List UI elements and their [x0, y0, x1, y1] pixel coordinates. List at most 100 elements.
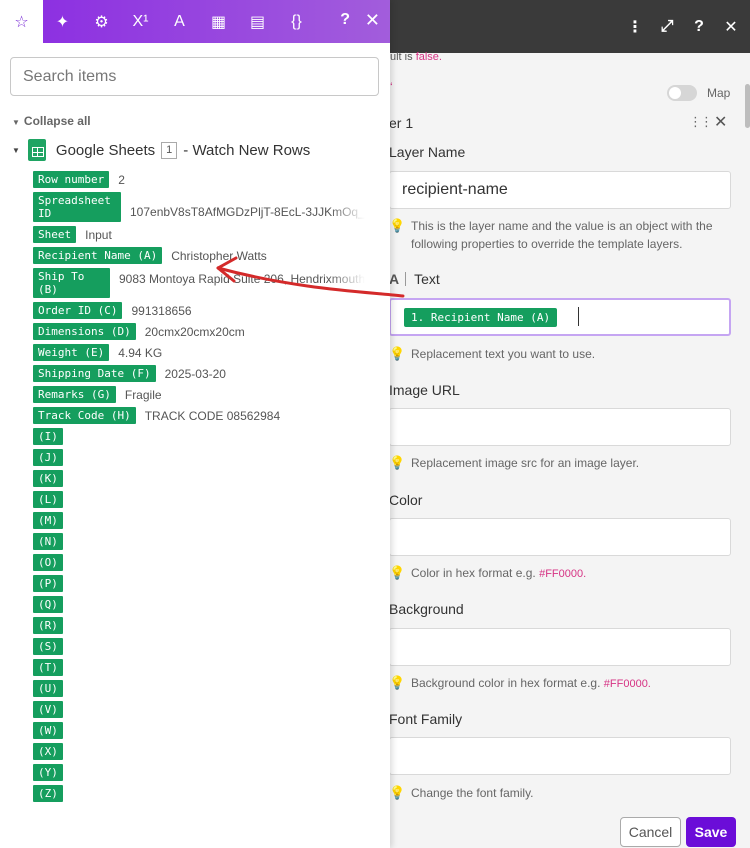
color-input[interactable]: [389, 518, 731, 556]
item-pill[interactable]: (Z): [33, 785, 63, 802]
tab-table-icon[interactable]: ▤: [238, 0, 277, 43]
item-pill[interactable]: (P): [33, 575, 63, 592]
section-title: er 1: [389, 115, 414, 131]
item-pill[interactable]: (Y): [33, 764, 63, 781]
remove-item-icon[interactable]: ✕: [714, 112, 727, 132]
search-input[interactable]: [10, 57, 379, 96]
item-pill[interactable]: (I): [33, 428, 63, 445]
item-pill[interactable]: Weight (E): [33, 344, 110, 361]
list-item[interactable]: (R): [33, 617, 390, 634]
lightbulb-icon: 💡: [389, 785, 406, 800]
list-item[interactable]: Sheet Input: [33, 226, 390, 243]
item-pill[interactable]: (W): [33, 722, 63, 739]
list-item[interactable]: (O): [33, 554, 390, 571]
help-icon[interactable]: ?: [690, 18, 708, 36]
tab-text-icon[interactable]: A: [160, 0, 199, 43]
tab-json-icon[interactable]: {}: [277, 0, 316, 43]
item-pill[interactable]: (R): [33, 617, 63, 634]
item-pill[interactable]: Remarks (G): [33, 386, 116, 403]
save-button[interactable]: Save: [686, 817, 736, 847]
help-icon[interactable]: ?: [340, 11, 350, 29]
list-item[interactable]: Shipping Date (F) 2025-03-20: [33, 365, 390, 382]
item-pill[interactable]: Recipient Name (A): [33, 247, 163, 264]
item-pill[interactable]: (Q): [33, 596, 63, 613]
items-list: Row number 2 Spreadsheet ID 107enbV8sT8A…: [33, 171, 390, 806]
map-toggle[interactable]: [667, 85, 697, 101]
cancel-button[interactable]: Cancel: [620, 817, 681, 847]
item-pill[interactable]: Order ID (C): [33, 302, 123, 319]
list-item[interactable]: Ship To (B) 9083 Montoya Rapid Suite 206…: [33, 268, 390, 298]
layer-name-input[interactable]: recipient-name: [389, 171, 731, 209]
list-item[interactable]: Row number 2: [33, 171, 390, 188]
background-input[interactable]: [389, 628, 731, 666]
list-item[interactable]: (L): [33, 491, 390, 508]
item-pill[interactable]: (J): [33, 449, 63, 466]
list-item[interactable]: Spreadsheet ID 107enbV8sT8AfMGDzPljT-8Ec…: [33, 192, 390, 222]
tab-favorites-icon[interactable]: ☆: [0, 0, 43, 43]
partial-text-mark: ‘: [390, 80, 393, 94]
list-item[interactable]: (Y): [33, 764, 390, 781]
item-pill[interactable]: (L): [33, 491, 63, 508]
item-value: 2: [118, 173, 125, 187]
tab-settings-icon[interactable]: ⚙: [82, 0, 121, 43]
more-options-icon[interactable]: ⋮: [626, 17, 644, 37]
items-picker-panel: ☆ ✦ ⚙ X¹ A ▦ ▤ {} ? ✕ ▼Collapse all ▼ Go…: [0, 0, 390, 848]
item-value: TRACK CODE 08562984: [144, 409, 281, 423]
list-item[interactable]: Dimensions (D) 20cmx20cmx20cm: [33, 323, 390, 340]
mapped-pill[interactable]: 1. Recipient Name (A): [404, 308, 558, 327]
list-item[interactable]: Track Code (H) TRACK CODE 08562984: [33, 407, 390, 424]
item-pill[interactable]: (K): [33, 470, 63, 487]
collapse-all-link[interactable]: ▼ Collapse all: [12, 114, 91, 128]
item-pill[interactable]: (S): [33, 638, 63, 655]
item-pill[interactable]: Sheet: [33, 226, 77, 243]
module-header[interactable]: ▼ Google Sheets 1 - Watch New Rows: [12, 139, 310, 161]
lightbulb-icon: 💡: [389, 455, 406, 470]
scrollbar[interactable]: [745, 84, 750, 128]
list-item[interactable]: (N): [33, 533, 390, 550]
list-item[interactable]: (X): [33, 743, 390, 760]
item-pill[interactable]: (O): [33, 554, 63, 571]
close-icon[interactable]: ✕: [722, 17, 740, 37]
list-item[interactable]: (Z): [33, 785, 390, 802]
list-item[interactable]: (U): [33, 680, 390, 697]
drag-handle-icon[interactable]: ⋮⋮: [689, 114, 713, 130]
item-pill[interactable]: (N): [33, 533, 63, 550]
item-pill[interactable]: (X): [33, 743, 63, 760]
list-item[interactable]: (P): [33, 575, 390, 592]
list-item[interactable]: (W): [33, 722, 390, 739]
list-item[interactable]: (J): [33, 449, 390, 466]
item-pill[interactable]: (V): [33, 701, 63, 718]
list-item[interactable]: Recipient Name (A) Christopher Watts: [33, 247, 390, 264]
list-item[interactable]: (V): [33, 701, 390, 718]
tab-date-icon[interactable]: ▦: [199, 0, 238, 43]
caret-down-icon: ▼: [12, 118, 20, 127]
item-pill[interactable]: (U): [33, 680, 63, 697]
list-item[interactable]: (K): [33, 470, 390, 487]
image-url-input[interactable]: [389, 408, 731, 446]
item-pill[interactable]: (M): [33, 512, 63, 529]
expand-icon[interactable]: ⤢: [658, 18, 676, 36]
close-icon[interactable]: ✕: [365, 10, 380, 31]
item-pill[interactable]: Track Code (H): [33, 407, 136, 424]
list-item[interactable]: (I): [33, 428, 390, 445]
background-hint: 💡 Background color in hex format e.g. #F…: [389, 674, 734, 693]
list-item[interactable]: (S): [33, 638, 390, 655]
item-pill[interactable]: Spreadsheet ID: [33, 192, 121, 222]
item-pill[interactable]: (T): [33, 659, 63, 676]
list-item[interactable]: Order ID (C) 991318656: [33, 302, 390, 319]
item-pill[interactable]: Ship To (B): [33, 268, 110, 298]
tab-ai-icon[interactable]: ✦: [43, 0, 82, 43]
list-item[interactable]: Weight (E) 4.94 KG: [33, 344, 390, 361]
font-family-input[interactable]: [389, 737, 731, 775]
item-pill[interactable]: Row number: [33, 171, 110, 188]
tab-math-icon[interactable]: X¹: [121, 0, 160, 43]
text-caret: [578, 307, 579, 326]
list-item[interactable]: (M): [33, 512, 390, 529]
list-item[interactable]: (T): [33, 659, 390, 676]
item-pill[interactable]: Dimensions (D): [33, 323, 136, 340]
item-pill[interactable]: Shipping Date (F): [33, 365, 156, 382]
font-family-hint: 💡 Change the font family.: [389, 785, 534, 800]
list-item[interactable]: (Q): [33, 596, 390, 613]
list-item[interactable]: Remarks (G) Fragile: [33, 386, 390, 403]
caret-down-icon: ▼: [12, 145, 20, 155]
